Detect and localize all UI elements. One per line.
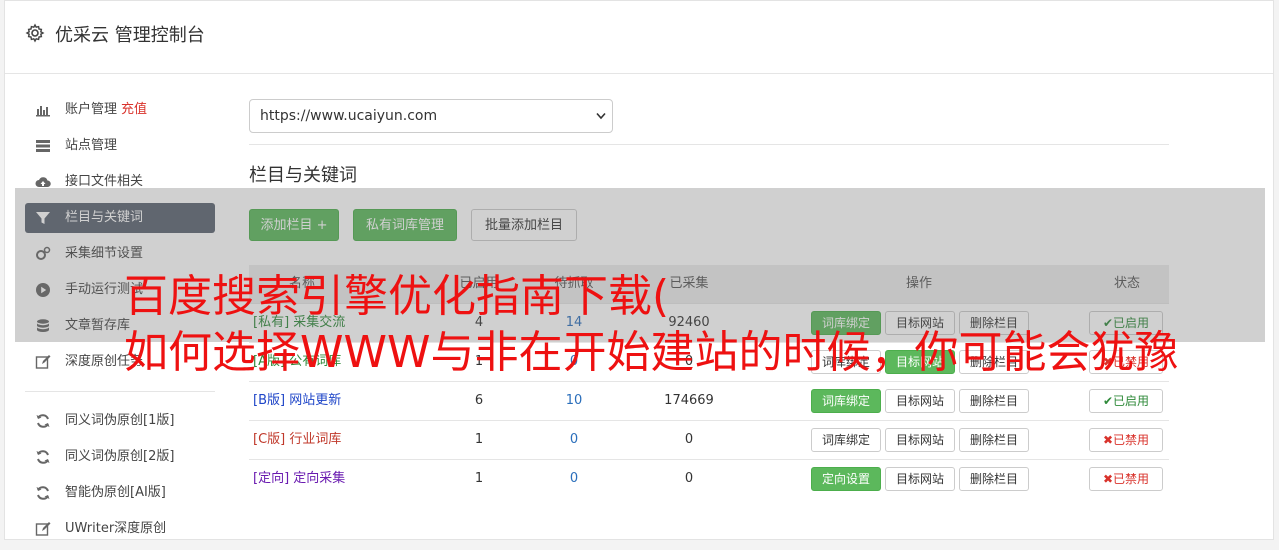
close-icon: ✖ [1102, 433, 1114, 447]
refresh-icon [36, 450, 50, 464]
cell-collected: 0 [684, 354, 694, 369]
recharge-link[interactable]: 充值 [121, 102, 147, 117]
target-site-button[interactable]: 目标网站 [885, 350, 955, 374]
gear-icon [25, 23, 45, 43]
status-toggle[interactable]: ✔已启用 [1089, 389, 1163, 413]
column-name-link[interactable]: [A版] 公有词库 [253, 343, 341, 381]
close-icon: ✖ [1102, 355, 1114, 369]
cell-pending[interactable]: 0 [539, 460, 609, 498]
sidebar-item-label: 站点管理 [65, 138, 118, 153]
server-icon [36, 140, 50, 152]
table-row: [A版] 公有词库 1 0 0 词库绑定 目标网站 删除栏目 ✖已禁用 [249, 342, 1169, 382]
cell-collected: 0 [684, 432, 694, 447]
table-row: [B版] 网站更新 6 10 174669 词库绑定 目标网站 删除栏目 ✔已启… [249, 381, 1169, 421]
sidebar-item-ai-rewrite[interactable]: 智能伪原创[AI版] [25, 478, 215, 508]
column-name-link[interactable]: [C版] 行业词库 [253, 421, 341, 459]
cell-collected: 0 [684, 471, 694, 486]
column-name-link[interactable]: [B版] 网站更新 [253, 382, 341, 420]
sidebar-item-label: 智能伪原创[AI版] [65, 485, 166, 500]
close-icon: ✖ [1102, 472, 1114, 486]
sidebar-divider [25, 391, 215, 392]
bind-lib-button[interactable]: 词库绑定 [811, 389, 881, 413]
overlay-band [15, 188, 1265, 342]
delete-column-button[interactable]: 删除栏目 [959, 389, 1029, 413]
bind-lib-button[interactable]: 词库绑定 [811, 350, 881, 374]
sidebar-item-account[interactable]: 账户管理 充值 [25, 95, 215, 125]
cell-pending[interactable]: 0 [539, 421, 609, 459]
sidebar-item-uwriter[interactable]: UWriter深度原创 [25, 514, 215, 544]
status-toggle[interactable]: ✖已禁用 [1089, 350, 1163, 374]
site-select[interactable]: https://www.ucaiyun.com [249, 99, 613, 133]
check-icon: ✔ [1102, 394, 1114, 408]
sidebar-item-label: UWriter深度原创 [65, 521, 167, 536]
delete-column-button[interactable]: 删除栏目 [959, 350, 1029, 374]
site-select-value: https://www.ucaiyun.com [260, 108, 438, 124]
delete-column-button[interactable]: 删除栏目 [959, 467, 1029, 491]
sidebar-item-label: 深度原创任务 [65, 354, 144, 369]
sidebar-item-deep-original-tasks[interactable]: 深度原创任务 [25, 347, 215, 377]
table-row: [定向] 定向采集 1 0 0 定向设置 目标网站 删除栏目 ✖已禁用 [249, 459, 1169, 499]
delete-column-button[interactable]: 删除栏目 [959, 428, 1029, 452]
sidebar-item-synonym-v2[interactable]: 同义词伪原创[2版] [25, 442, 215, 472]
sidebar-item-label: 账户管理 [65, 102, 118, 117]
table-row: [C版] 行业词库 1 0 0 词库绑定 目标网站 删除栏目 ✖已禁用 [249, 420, 1169, 460]
cell-pending[interactable]: 10 [539, 382, 609, 420]
cell-included: 6 [474, 393, 484, 408]
sidebar-item-label: 同义词伪原创[2版] [65, 449, 175, 464]
cell-included: 1 [474, 432, 484, 447]
bind-lib-button[interactable]: 词库绑定 [811, 428, 881, 452]
cell-included: 1 [474, 354, 484, 369]
divider [249, 144, 1169, 145]
sidebar-item-label: 同义词伪原创[1版] [65, 413, 175, 428]
sidebar-item-synonym-v1[interactable]: 同义词伪原创[1版] [25, 406, 215, 436]
section-title: 栏目与关键词 [249, 165, 357, 186]
refresh-icon [36, 486, 50, 500]
status-toggle[interactable]: ✖已禁用 [1089, 428, 1163, 452]
column-name-link[interactable]: [定向] 定向采集 [253, 460, 345, 498]
sidebar-item-sites[interactable]: 站点管理 [25, 131, 215, 161]
target-site-button[interactable]: 目标网站 [885, 467, 955, 491]
edit-icon [35, 355, 51, 369]
cell-included: 1 [474, 471, 484, 486]
cell-collected: 174669 [664, 393, 714, 408]
page-title: 优采云 管理控制台 [55, 25, 205, 46]
refresh-icon [36, 414, 50, 428]
direct-settings-button[interactable]: 定向设置 [811, 467, 881, 491]
header: 优采云 管理控制台 [5, 1, 1273, 74]
cell-pending[interactable]: 0 [539, 343, 609, 381]
bar-chart-icon [36, 106, 50, 117]
target-site-button[interactable]: 目标网站 [885, 389, 955, 413]
status-toggle[interactable]: ✖已禁用 [1089, 467, 1163, 491]
edit-icon [35, 522, 51, 536]
target-site-button[interactable]: 目标网站 [885, 428, 955, 452]
chevron-down-icon [596, 112, 606, 120]
